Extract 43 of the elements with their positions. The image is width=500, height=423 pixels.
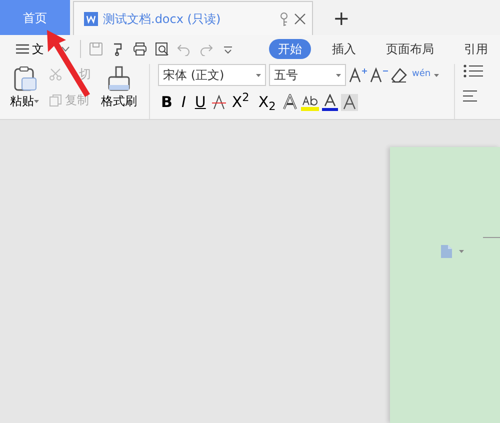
paintbrush-icon xyxy=(107,66,131,92)
highlight-icon[interactable] xyxy=(300,94,319,110)
font-name-field[interactable]: 宋体 (正文) xyxy=(158,64,266,86)
dropdown-caret-icon[interactable] xyxy=(459,250,464,253)
new-tab-button[interactable]: + xyxy=(325,0,358,35)
font-size-field[interactable]: 五号 xyxy=(269,64,346,86)
copy-icon xyxy=(49,94,62,106)
print-preview-icon[interactable] xyxy=(155,42,169,56)
caret-icon xyxy=(256,74,261,76)
phonetic-guide-button[interactable]: wén xyxy=(410,67,441,83)
strikethrough-icon[interactable] xyxy=(212,94,226,110)
character-shading-icon[interactable] xyxy=(340,94,358,110)
document-tab[interactable]: 测试文档.docx (只读) xyxy=(73,1,313,35)
eraser-icon[interactable] xyxy=(391,67,407,83)
ribbon-tab[interactable]: 开始 xyxy=(269,38,311,58)
bullet-list-icon[interactable] xyxy=(463,64,483,78)
file-menu-button[interactable]: 文 xyxy=(14,38,72,58)
caret-icon xyxy=(434,74,439,76)
clipboard-icon xyxy=(12,66,36,92)
menu-icon xyxy=(16,44,29,54)
shrink-font-icon[interactable] xyxy=(370,67,388,83)
chevron-icon xyxy=(61,46,70,52)
underline-button[interactable]: U xyxy=(192,93,209,111)
italic-button[interactable]: I xyxy=(178,93,189,111)
format-painter-button[interactable]: 格式刷 xyxy=(99,64,139,119)
grow-font-icon[interactable] xyxy=(349,67,367,83)
ribbon-tab[interactable]: 引用 xyxy=(455,38,497,58)
align-left-icon[interactable] xyxy=(463,90,477,102)
close-icon[interactable] xyxy=(294,12,306,24)
subscript-button[interactable]: X$_{2}$ xyxy=(255,93,279,111)
text-effects-icon[interactable] xyxy=(282,94,298,110)
ribbon-tab[interactable]: 插入 xyxy=(323,38,365,58)
writer-logo-icon xyxy=(84,12,98,26)
pin-icon[interactable] xyxy=(279,12,289,26)
paste-button[interactable]: 粘贴 xyxy=(8,64,41,119)
superscript-button[interactable]: X$^{2}$ xyxy=(228,93,252,111)
caret-icon xyxy=(34,100,39,104)
caret-icon xyxy=(336,74,341,76)
font-color-icon[interactable] xyxy=(322,94,338,110)
bold-button[interactable]: B xyxy=(158,93,176,111)
print-icon[interactable] xyxy=(133,42,147,56)
ribbon-tab[interactable]: 页面布局 xyxy=(377,38,443,58)
scissors-icon xyxy=(49,68,62,80)
